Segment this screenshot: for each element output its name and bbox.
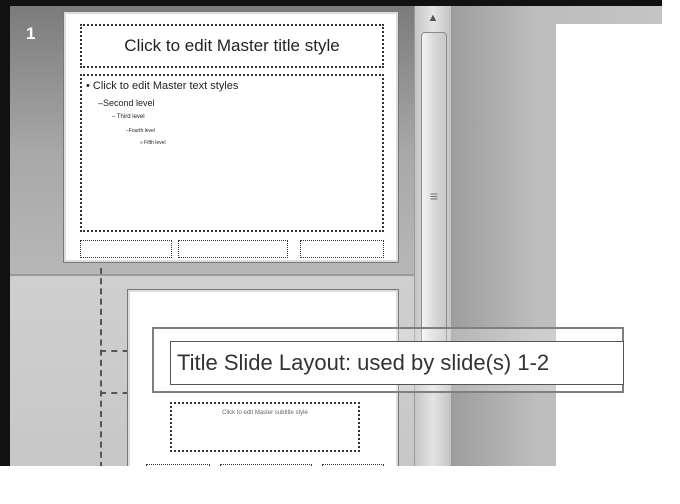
master-title-text: Click to edit Master title style xyxy=(124,36,340,55)
slide-number-placeholder xyxy=(300,240,384,258)
text-level-2: –Second level xyxy=(98,98,155,108)
subtitle-placeholder-text: Click to edit Master subtitle style xyxy=(222,410,308,416)
text-placeholder: • Click to edit Master text styles –Seco… xyxy=(80,74,384,232)
master-slide-thumbnail[interactable]: Click to edit Master title style • Click… xyxy=(64,12,398,262)
slide-canvas[interactable] xyxy=(556,24,662,466)
subtitle-placeholder: Click to edit Master subtitle style xyxy=(170,402,360,452)
grip-icon: ≡ xyxy=(429,188,439,204)
tooltip: Title Slide Layout: used by slide(s) 1-2 xyxy=(170,341,624,385)
text-level-1: • Click to edit Master text styles xyxy=(86,80,239,92)
text-level-4: –Fourth level xyxy=(126,128,155,134)
title-placeholder: Click to edit Master title style xyxy=(80,24,384,68)
slide-editing-area xyxy=(452,6,662,466)
frame-border xyxy=(662,0,680,504)
scroll-up-icon[interactable]: ▲ xyxy=(419,8,447,28)
frame-border xyxy=(0,466,680,504)
text-level-3: – Third level xyxy=(112,114,145,120)
tooltip-callout: Title Slide Layout: used by slide(s) 1-2 xyxy=(152,327,624,393)
footer-placeholder xyxy=(178,240,288,258)
vertical-scrollbar[interactable]: ▲ ≡ xyxy=(414,6,452,466)
powerpoint-slide-master-view: 1 Click to edit Master title style • Cli… xyxy=(0,0,680,504)
text-level-5: » Fifth level xyxy=(140,140,166,146)
slide-number: 1 xyxy=(26,24,36,43)
layout-connector-line xyxy=(100,268,102,466)
date-placeholder xyxy=(80,240,172,258)
slide-thumbnail-pane: 1 Click to edit Master title style • Cli… xyxy=(10,6,414,466)
tooltip-text: Title Slide Layout: used by slide(s) 1-2 xyxy=(177,350,550,375)
